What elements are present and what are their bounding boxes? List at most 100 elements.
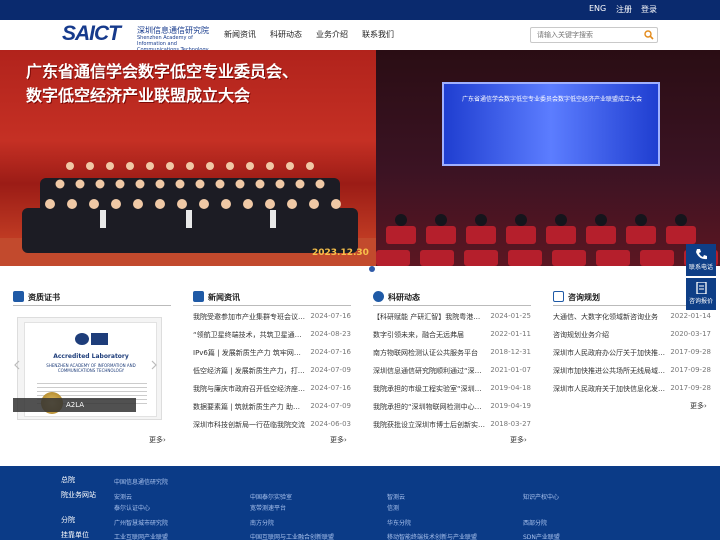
- section-title: 资质证书: [28, 293, 60, 302]
- section-title: 咨询规划: [568, 293, 600, 302]
- footer-link[interactable]: 智测云: [387, 492, 405, 501]
- item-title: 我院与廉庆市政府召开低空经济座…: [193, 385, 305, 393]
- list-item[interactable]: 深圳市科技创新局一行莅临我院交流 2024-06-03: [193, 420, 351, 436]
- footer-label-branches: 分院: [61, 516, 75, 524]
- a2la-logo-icon: [75, 333, 108, 345]
- item-date: 2024-07-16: [310, 348, 351, 356]
- list-item[interactable]: 低空经济篇 | 发展新质生产力，打… 2024-07-09: [193, 366, 351, 382]
- edit-icon: [553, 291, 564, 302]
- search-icon[interactable]: [644, 30, 654, 40]
- banner-carousel[interactable]: 广东省通信学会数字低空专业委员会、 数字低空经济产业联盟成立大会 2023.12…: [0, 50, 720, 266]
- stage-screen-text: 广东省通信学会数字低空专业委员会数字低空经济产业联盟成立大会: [461, 96, 642, 103]
- section-news: 新闻资讯 我院受邀参加市产业集群专班会议… 2024-07-16 “领航卫星终端技…: [193, 288, 351, 448]
- list-item[interactable]: 我院受邀参加市产业集群专班会议… 2024-07-16: [193, 312, 351, 328]
- footer-link[interactable]: 西部分院: [523, 518, 547, 527]
- section-consulting: 咨询规划 大通信、大数字化领域新咨询业务 2022-01-14 咨询规划业务介绍 2…: [553, 288, 711, 448]
- document-icon: [696, 282, 707, 294]
- site-logo[interactable]: SAICT 深圳信息通信研究院 Shenzhen Academy of Info…: [62, 22, 212, 53]
- footer-link[interactable]: 中国信息通信研究院: [114, 477, 168, 486]
- item-date: 2017-09-28: [670, 366, 711, 374]
- item-date: 2024-07-16: [310, 312, 351, 320]
- section-header: 新闻资讯: [193, 288, 351, 306]
- list-item[interactable]: 深圳市人民政府关于加快信息化发… 2017-09-28: [553, 384, 711, 400]
- list-item[interactable]: IPv6篇 | 发展新质生产力 筑牢网络… 2024-07-16: [193, 348, 351, 364]
- nav-news[interactable]: 新闻资讯: [224, 29, 256, 40]
- list-item[interactable]: 我院与廉庆市政府召开低空经济座… 2024-07-16: [193, 384, 351, 400]
- button-label: 联系电话: [688, 264, 713, 271]
- footer-link[interactable]: 知识产权中心: [523, 492, 559, 501]
- list-item[interactable]: 南方物联网检测认证公共服务平台 2018-12-31: [373, 348, 531, 364]
- list-item[interactable]: 深圳市人民政府办公厅关于加快推… 2017-09-28: [553, 348, 711, 364]
- list-item[interactable]: 深圳信息通信研究院顺利通过“深圳… 2021-01-07: [373, 366, 531, 382]
- item-date: 2018-03-27: [490, 420, 531, 428]
- footer-link[interactable]: 泰尔认证中心: [114, 503, 150, 512]
- list-item[interactable]: 数据要素篇 | 筑就新质生产力 助力… 2024-07-09: [193, 402, 351, 418]
- more-link-certificates[interactable]: 更多›: [149, 435, 166, 445]
- footer-link[interactable]: 中国泰尔实验室: [250, 492, 292, 501]
- research-icon: [373, 291, 384, 302]
- carousel-indicator-dot[interactable]: [369, 266, 375, 272]
- phone-icon: [696, 249, 707, 260]
- footer-label-affiliates: 挂靠单位: [61, 531, 89, 539]
- meeting-stage-screen: 广东省通信学会数字低空专业委员会数字低空经济产业联盟成立大会: [442, 82, 660, 166]
- section-research: 科研动态 【科研赋能 产研汇智】我院粤港大… 2024-01-25 数字引领未来，…: [373, 288, 531, 448]
- list-item[interactable]: 咨询规划业务介绍 2020-03-17: [553, 330, 711, 346]
- item-title: “领航卫星终端技术，共筑卫星通信…: [193, 331, 305, 339]
- item-title: 深圳市人民政府办公厅关于加快推…: [553, 349, 665, 357]
- list-item[interactable]: 深圳市加快推进公共场所无线局域… 2017-09-28: [553, 366, 711, 382]
- item-title: 咨询规划业务介绍: [553, 331, 609, 339]
- item-date: 2020-03-17: [670, 330, 711, 338]
- prev-arrow-icon[interactable]: [14, 360, 20, 370]
- login-link[interactable]: 登录: [641, 4, 657, 15]
- list-item[interactable]: “领航卫星终端技术，共筑卫星通信… 2024-08-23: [193, 330, 351, 346]
- contact-phone-button[interactable]: 联系电话: [686, 244, 716, 276]
- item-date: 2024-08-23: [310, 330, 351, 338]
- footer-label-headquarters: 总院: [61, 476, 75, 484]
- item-date: 2019-04-18: [490, 384, 531, 392]
- item-date: 2022-01-14: [670, 312, 711, 320]
- nav-research[interactable]: 科研动态: [270, 29, 302, 40]
- next-arrow-icon[interactable]: [151, 360, 157, 370]
- item-date: 2017-09-28: [670, 348, 711, 356]
- footer-link[interactable]: 安测云: [114, 492, 132, 501]
- more-link-news[interactable]: 更多›: [330, 435, 347, 445]
- list-item[interactable]: 我院获批设立深圳市博士后创新实… 2018-03-27: [373, 420, 531, 436]
- more-link-consulting[interactable]: 更多›: [690, 401, 707, 411]
- footer-link[interactable]: 信测: [387, 503, 399, 512]
- certificate-caption: A2LA: [13, 398, 136, 412]
- register-link[interactable]: 注册: [616, 4, 632, 15]
- item-date: 2022-01-11: [490, 330, 531, 338]
- nav-business[interactable]: 业务介绍: [316, 29, 348, 40]
- footer-link[interactable]: 华东分院: [387, 518, 411, 527]
- list-item[interactable]: 我院承担的“深圳物联网检测中心… 2019-04-19: [373, 402, 531, 418]
- footer-link[interactable]: 广州智慧城市研究院: [114, 518, 168, 527]
- footer-link[interactable]: 南方分院: [250, 518, 274, 527]
- item-title: 深圳信息通信研究院顺利通过“深圳…: [373, 367, 485, 375]
- banner-photo-group: 广东省通信学会数字低空专业委员会、 数字低空经济产业联盟成立大会 2023.12…: [0, 50, 376, 266]
- item-title: 我院承担的市级工程实验室“深圳…: [373, 385, 482, 393]
- banner-title-line2: 数字低空经济产业联盟成立大会: [26, 86, 251, 105]
- certificate-subtitle: SHENZHEN ACADEMY OF INFORMATION AND COMM…: [46, 363, 136, 373]
- search-input[interactable]: [531, 28, 639, 42]
- section-title: 科研动态: [388, 293, 420, 302]
- item-title: 深圳市科技创新局一行莅临我院交流: [193, 421, 305, 429]
- list-item[interactable]: 我院承担的市级工程实验室“深圳… 2019-04-18: [373, 384, 531, 400]
- item-date: 2024-07-09: [310, 366, 351, 374]
- item-title: 我院受邀参加市产业集群专班会议…: [193, 313, 305, 321]
- list-item[interactable]: 数字引领未来，融合无远弗届 2022-01-11: [373, 330, 531, 346]
- list-item[interactable]: 大通信、大数字化领域新咨询业务 2022-01-14: [553, 312, 711, 328]
- news-icon: [193, 291, 204, 302]
- lang-switch-link[interactable]: ENG: [589, 4, 606, 13]
- section-header: 科研动态: [373, 288, 531, 306]
- section-title: 新闻资讯: [208, 293, 240, 302]
- footer-link[interactable]: 宽带测速平台: [250, 503, 286, 512]
- list-item[interactable]: 【科研赋能 产研汇智】我院粤港大… 2024-01-25: [373, 312, 531, 328]
- banner-date: 2023.12.30: [312, 248, 369, 258]
- item-date: 2024-07-16: [310, 384, 351, 392]
- nav-contact[interactable]: 联系我们: [362, 29, 394, 40]
- footer-label-business-sites: 院业务网站: [61, 491, 96, 499]
- consult-quote-button[interactable]: 咨询报价: [686, 278, 716, 310]
- more-link-research[interactable]: 更多›: [510, 435, 527, 445]
- logo-mark: SAICT: [62, 22, 121, 45]
- item-title: 深圳市人民政府关于加快信息化发…: [553, 385, 665, 393]
